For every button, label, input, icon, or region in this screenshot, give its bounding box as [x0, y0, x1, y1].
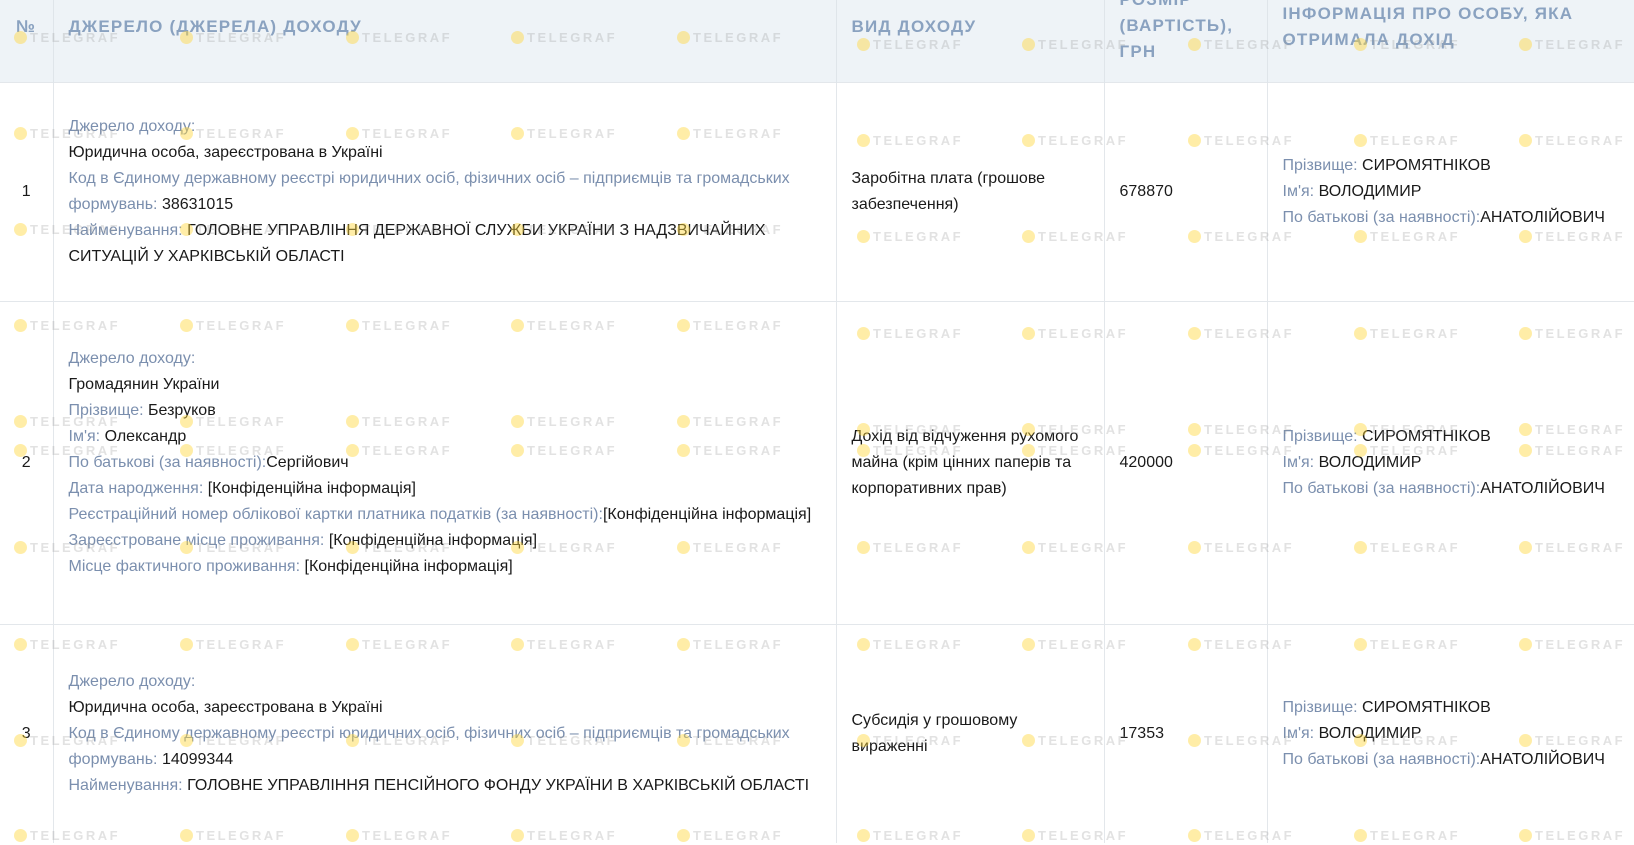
- income-table: № ДЖЕРЕЛО (ДЖЕРЕЛА) ДОХОДУ ВИД ДОХОДУ РО…: [0, 0, 1634, 843]
- surname-value: СИРОМЯТНІКОВ: [1362, 156, 1491, 174]
- label-patronymic: По батькові (за наявності):: [1282, 208, 1481, 226]
- label-first-name: Ім'я:: [68, 427, 101, 445]
- header-income-type: ВИД ДОХОДУ: [836, 0, 1105, 82]
- person-cell: Прізвище: СИРОМЯТНІКОВ Ім'я: ВОЛОДИМИР П…: [1267, 301, 1634, 624]
- label-income-source: Джерело доходу:: [68, 117, 196, 135]
- first-name-value: ВОЛОДИМИР: [1318, 724, 1422, 742]
- label-income-source: Джерело доходу:: [68, 349, 196, 367]
- income-source-value: Юридична особа, зареєстрована в Україні: [68, 143, 383, 161]
- label-income-source: Джерело доходу:: [68, 672, 196, 690]
- income-type-cell: Заробітна плата (грошове забезпечення): [836, 82, 1105, 301]
- header-person-text: ІНФОРМАЦІЯ ПРО ОСОБУ, ЯКА ОТРИМАЛА ДОХІД: [1282, 4, 1574, 49]
- income-type-cell: Субсидія у грошовому вираженні: [836, 624, 1105, 843]
- income-type-cell: Дохід від відчуження рухомого майна (крі…: [836, 301, 1105, 624]
- label-actual-residence: Місце фактичного проживання:: [68, 557, 301, 575]
- row-number: 1: [0, 82, 54, 301]
- patronymic-value: АНАТОЛІЙОВИЧ: [1480, 208, 1605, 226]
- first-name-value: ВОЛОДИМИР: [1318, 453, 1422, 471]
- table-header-row: № ДЖЕРЕЛО (ДЖЕРЕЛА) ДОХОДУ ВИД ДОХОДУ РО…: [0, 0, 1634, 82]
- row-number: 3: [0, 624, 54, 843]
- income-source-cell: Джерело доходу: Юридична особа, зареєстр…: [53, 82, 837, 301]
- income-source-cell: Джерело доходу: Юридична особа, зареєстр…: [53, 624, 837, 843]
- registry-code-value: 38631015: [161, 195, 234, 213]
- income-source-value: Юридична особа, зареєстрована в Україні: [68, 698, 383, 716]
- label-patronymic: По батькові (за наявності):: [68, 453, 267, 471]
- header-amount: РОЗМІР (ВАРТІСТЬ), ГРН: [1104, 0, 1268, 82]
- label-first-name: Ім'я:: [1282, 182, 1315, 200]
- amount-cell: 17353: [1104, 624, 1268, 843]
- label-tax-number: Реєстраційний номер облікової картки пла…: [68, 505, 603, 523]
- birth-date-value: [Конфіденційна інформація]: [207, 479, 416, 497]
- label-surname: Прізвище:: [1282, 698, 1358, 716]
- surname-value: СИРОМЯТНІКОВ: [1362, 427, 1491, 445]
- label-patronymic: По батькові (за наявності):: [1282, 750, 1481, 768]
- person-cell: Прізвище: СИРОМЯТНІКОВ Ім'я: ВОЛОДИМИР П…: [1267, 624, 1634, 843]
- table-row: 1 Джерело доходу: Юридична особа, зареєс…: [0, 82, 1634, 301]
- income-source-value: Громадянин України: [68, 375, 220, 393]
- surname-value: СИРОМЯТНІКОВ: [1362, 698, 1491, 716]
- patronymic-value: АНАТОЛІЙОВИЧ: [1480, 479, 1605, 497]
- registry-code-value: 14099344: [161, 750, 234, 768]
- header-amount-text: РОЗМІР (ВАРТІСТЬ), ГРН: [1119, 0, 1234, 61]
- first-name-value: Олександр: [104, 427, 187, 445]
- tax-number-value: [Конфіденційна інформація]: [602, 505, 812, 523]
- organization-name-value: ГОЛОВНЕ УПРАВЛІННЯ ПЕНСІЙНОГО ФОНДУ УКРА…: [187, 776, 810, 794]
- label-surname: Прізвище:: [68, 401, 144, 419]
- label-surname: Прізвище:: [1282, 156, 1358, 174]
- label-registered-residence: Зареєстроване місце проживання:: [68, 531, 325, 549]
- amount-cell: 678870: [1104, 82, 1268, 301]
- amount-cell: 420000: [1104, 301, 1268, 624]
- patronymic-value: Сергійович: [266, 453, 349, 471]
- row-number: 2: [0, 301, 54, 624]
- label-birth-date: Дата народження:: [68, 479, 204, 497]
- header-income-source: ДЖЕРЕЛО (ДЖЕРЕЛА) ДОХОДУ: [53, 0, 837, 82]
- label-first-name: Ім'я:: [1282, 453, 1315, 471]
- surname-value: Безруков: [148, 401, 216, 419]
- header-person: ІНФОРМАЦІЯ ПРО ОСОБУ, ЯКА ОТРИМАЛА ДОХІД: [1267, 0, 1634, 82]
- person-cell: Прізвище: СИРОМЯТНІКОВ Ім'я: ВОЛОДИМИР П…: [1267, 82, 1634, 301]
- income-source-cell: Джерело доходу: Громадянин України Прізв…: [53, 301, 837, 624]
- table-row: 2 Джерело доходу: Громадянин України Прі…: [0, 301, 1634, 624]
- header-number: №: [0, 0, 54, 82]
- label-first-name: Ім'я:: [1282, 724, 1315, 742]
- patronymic-value: АНАТОЛІЙОВИЧ: [1480, 750, 1605, 768]
- label-patronymic: По батькові (за наявності):: [1282, 479, 1481, 497]
- label-organization-name: Найменування:: [68, 221, 183, 239]
- registered-residence-value: [Конфіденційна інформація]: [328, 531, 538, 549]
- first-name-value: ВОЛОДИМИР: [1318, 182, 1422, 200]
- table-row: 3 Джерело доходу: Юридична особа, зареєс…: [0, 624, 1634, 843]
- label-surname: Прізвище:: [1282, 427, 1358, 445]
- actual-residence-value: [Конфіденційна інформація]: [304, 557, 513, 575]
- label-organization-name: Найменування:: [68, 776, 183, 794]
